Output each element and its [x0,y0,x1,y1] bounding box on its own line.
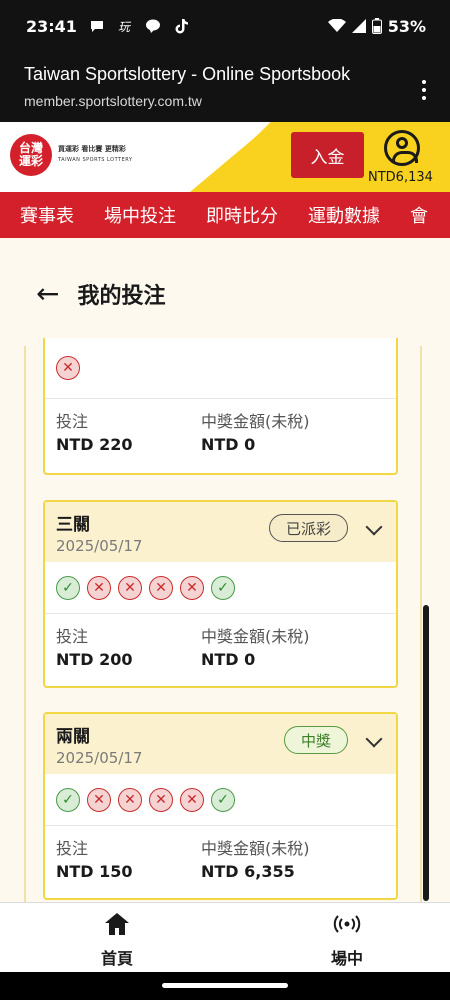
leg-lose-icon: ✕ [87,575,111,600]
scrollbar[interactable] [423,605,429,901]
stake-value: NTD 220 [56,435,133,454]
status-time: 23:41 [26,16,77,36]
line-icon [145,19,160,33]
status-bar: 23:41 玩 53% [0,0,450,52]
logo-slogan: 買運彩 看比賽 更精彩 TAIWAN SPORTS LOTTERY [58,145,133,163]
leg-win-icon: ✓ [56,787,80,812]
my-bets-content: ← 我的投注 ✕ 投注 NTD 220 中獎金額(未稅) NTD 0 三關 20… [0,238,450,902]
stake-label: 投注 [56,412,89,431]
bet-amounts: 投注 NTD 150 中獎金額(未稅) NTD 6,355 [45,826,396,898]
browser-url[interactable]: member.sportslottery.com.tw [24,93,426,109]
leg-win-icon: ✓ [56,575,80,600]
nav-item-sports-data[interactable]: 運動數據 [308,202,380,228]
back-arrow-icon[interactable]: ← [36,280,59,308]
battery-icon [371,18,382,34]
bet-card[interactable]: 兩關 2025/05/17 中獎 ✓ ✕ ✕ ✕ ✕ ✓ 投注 NTD 150 … [43,712,398,900]
page-title: 我的投注 [77,284,166,309]
stake-label: 投注 [56,839,89,858]
payout-value: NTD 0 [201,650,256,669]
site-logo[interactable]: 台灣運彩 [10,134,52,176]
leg-lose-icon: ✕ [149,575,173,600]
payout-label: 中獎金額(未稅) [201,627,310,646]
browser-title: Taiwan Sportslottery - Online Sportsbook [24,64,351,84]
more-options-icon[interactable] [422,80,428,104]
status-badge: 中獎 [283,726,348,754]
stake-value: NTD 200 [56,650,133,669]
bet-card-header[interactable]: 三關 2025/05/17 已派彩 [45,502,396,562]
leg-win-icon: ✓ [211,575,235,600]
payout-label: 中獎金額(未稅) [201,412,310,431]
bet-card[interactable]: ✕ 投注 NTD 220 中獎金額(未稅) NTD 0 [43,338,398,475]
bet-legs: ✓ ✕ ✕ ✕ ✕ ✓ [45,562,396,614]
nav-item-member[interactable]: 會 [410,202,428,228]
leg-win-icon: ✓ [211,787,235,812]
wifi-icon [327,19,346,32]
bottom-nav-live-label: 場中 [330,949,363,968]
nav-item-live-betting[interactable]: 場中投注 [104,202,176,228]
browser-bar: Taiwan Sportslottery - Online Sportsbook… [0,52,450,122]
payout-value: NTD 0 [201,435,256,454]
bottom-nav-home[interactable]: 首頁 [72,911,162,969]
app-notification-icon: 玩 [118,20,132,34]
stake-value: NTD 150 [56,862,133,881]
leg-lose-icon: ✕ [118,575,142,600]
leg-lose-icon: ✕ [149,787,173,812]
home-gesture-handle[interactable] [162,983,288,988]
stake-label: 投注 [56,627,89,646]
page-header: ← 我的投注 [36,278,165,310]
bottom-nav-live[interactable]: 場中 [302,911,392,969]
bet-amounts: 投注 NTD 220 中獎金額(未稅) NTD 0 [45,399,396,471]
leg-lose-icon: ✕ [118,787,142,812]
bet-legs: ✕ [45,338,396,399]
bottom-nav-home-label: 首頁 [100,949,133,968]
leg-lose-icon: ✕ [180,787,204,812]
gesture-bar [0,972,450,1000]
payout-value: NTD 6,355 [201,862,295,881]
signal-icon [351,19,366,33]
bet-card[interactable]: 三關 2025/05/17 已派彩 ✓ ✕ ✕ ✕ ✕ ✓ 投注 NTD 200… [43,500,398,688]
battery-percent: 53% [387,16,426,36]
leg-lose-icon: ✕ [180,575,204,600]
nav-item-live-scores[interactable]: 即時比分 [206,202,278,228]
site-header: 台灣運彩 買運彩 看比賽 更精彩 TAIWAN SPORTS LOTTERY 入… [0,122,450,192]
payout-label: 中獎金額(未稅) [201,839,310,858]
leg-lose-icon: ✕ [56,356,80,380]
chat-bubble-icon [90,21,103,32]
live-broadcast-icon [333,915,361,933]
status-badge: 已派彩 [268,514,348,542]
bet-legs: ✓ ✕ ✕ ✕ ✕ ✓ [45,774,396,826]
main-nav: 賽事表 場中投注 即時比分 運動數據 會 [0,192,450,238]
bet-card-header[interactable]: 兩關 2025/05/17 中獎 [45,714,396,774]
account-balance: NTD6,134 [368,170,433,185]
user-account-icon[interactable] [384,130,420,166]
tiktok-icon [175,19,188,34]
svg-text:玩: 玩 [118,20,132,34]
bottom-nav: 首頁 場中 [0,902,450,972]
bet-amounts: 投注 NTD 200 中獎金額(未稅) NTD 0 [45,614,396,686]
leg-lose-icon: ✕ [87,787,111,812]
deposit-button[interactable]: 入金 [291,132,364,178]
home-icon [105,913,129,935]
nav-item-schedule[interactable]: 賽事表 [20,202,74,228]
